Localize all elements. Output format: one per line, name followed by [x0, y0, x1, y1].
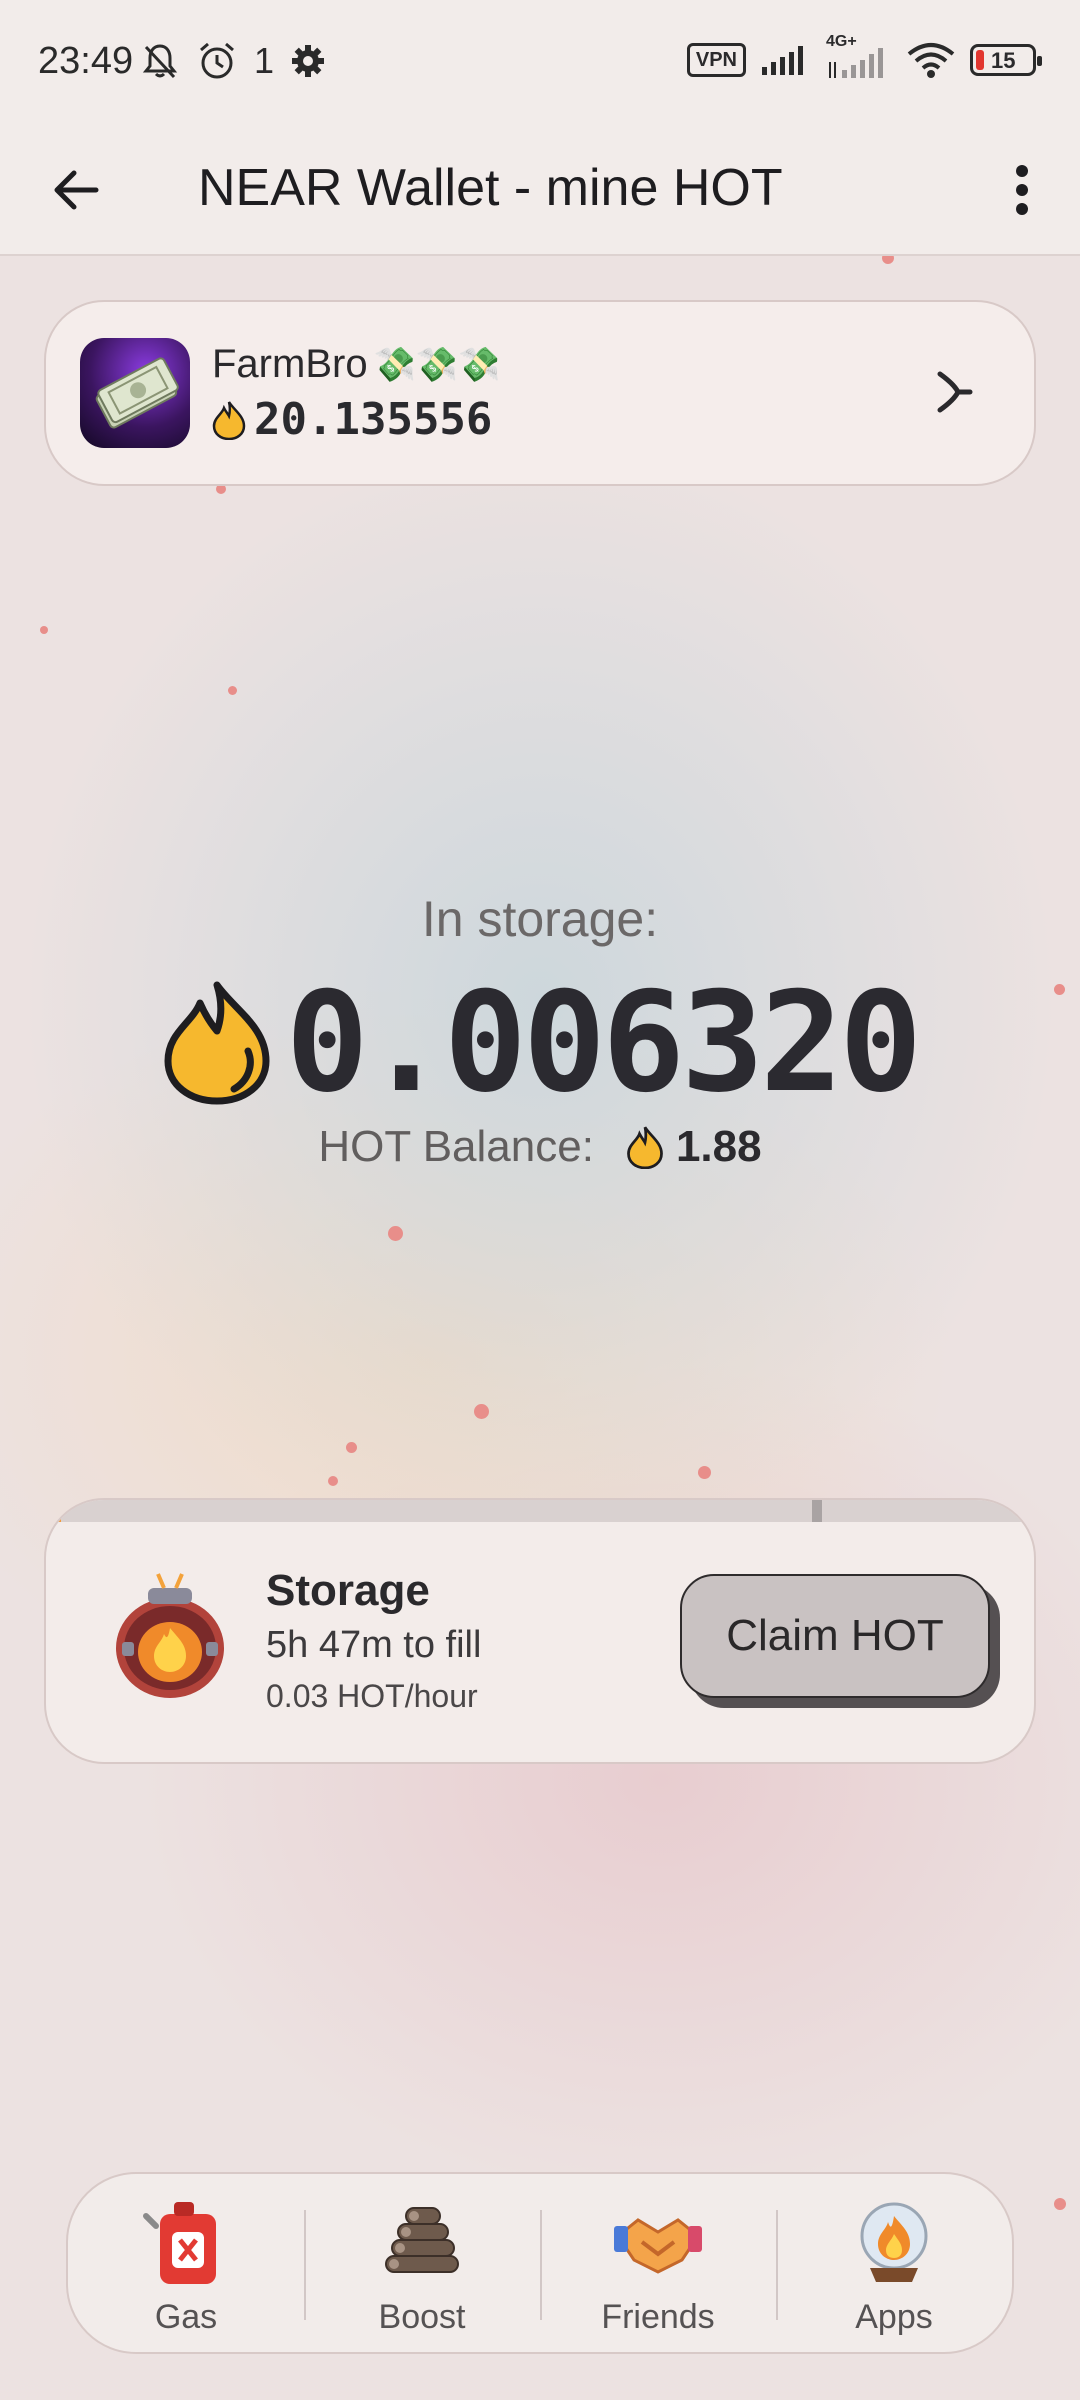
battery-level: 15	[991, 48, 1016, 73]
nav-item-gas[interactable]: Gas	[68, 2174, 304, 2352]
app-title: NEAR Wallet - mine HOT	[198, 159, 783, 217]
nav-item-friends[interactable]: Friends	[540, 2174, 776, 2352]
storage-label: In storage:	[421, 891, 659, 947]
more-vert-icon	[1016, 165, 1028, 215]
money-stack-icon	[95, 357, 179, 429]
profile-card[interactable]: FarmBro 💸💸💸 20.135556	[44, 300, 1036, 486]
mute-bell-icon	[142, 44, 178, 79]
flame-icon	[627, 1126, 663, 1169]
hot-balance-label: HOT Balance:	[318, 1122, 594, 1171]
crystal-ball-icon	[860, 2202, 928, 2282]
arrow-left-icon	[54, 170, 99, 210]
bottom-nav: Gas Boost Friends Apps	[66, 2172, 1014, 2354]
nav-item-apps[interactable]: Apps	[776, 2174, 1012, 2352]
storage-time-to-fill: 5h 47m to fill	[266, 1624, 482, 1666]
battery-fill	[976, 50, 984, 70]
flame-icon	[212, 400, 246, 440]
storage-card: Storage 5h 47m to fill 0.03 HOT/hour Cla…	[44, 1498, 1036, 1764]
profile-balance: 20.135556	[254, 394, 493, 445]
profile-name-emojis: 💸💸💸	[373, 345, 501, 384]
claim-hot-button[interactable]: Claim HOT	[680, 1574, 990, 1698]
decor-dot	[346, 1442, 357, 1453]
decor-dot	[388, 1226, 403, 1241]
profile-name-row: FarmBro 💸💸💸	[212, 342, 501, 387]
alarm-icon	[200, 42, 234, 79]
decor-dot	[474, 1404, 489, 1419]
decor-dot	[1054, 2198, 1066, 2210]
more-options-button[interactable]	[986, 154, 1058, 226]
logs-boost-icon	[385, 2207, 459, 2273]
hot-balance-row: HOT Balance: 1.88	[0, 1122, 1080, 1172]
battery-tip	[1037, 56, 1042, 66]
hot-balance-value: 1.88	[675, 1122, 762, 1171]
wifi-icon	[907, 43, 955, 78]
storage-amount-row: 0.006320	[0, 962, 1080, 1123]
decor-dot	[698, 1466, 711, 1479]
storage-progress-fill	[46, 1500, 61, 1522]
nav-item-boost[interactable]: Boost	[304, 2174, 540, 2352]
vpn-badge: VPN	[686, 43, 746, 77]
storage-pot-icon	[116, 1573, 224, 1698]
settings-gear-icon	[292, 45, 325, 77]
storage-rate: 0.03 HOT/hour	[266, 1678, 478, 1714]
nav-label-apps: Apps	[855, 2298, 933, 2336]
flame-icon	[164, 981, 270, 1104]
app-bar: NEAR Wallet - mine HOT	[0, 128, 1080, 256]
signal-icon	[829, 48, 883, 78]
gas-can-icon	[143, 2202, 216, 2284]
decor-dot	[328, 1476, 338, 1486]
profile-name: FarmBro	[212, 342, 368, 386]
decor-dot	[228, 686, 237, 695]
storage-progress-bar	[46, 1500, 1034, 1522]
signal-icon	[762, 46, 803, 75]
nav-label-gas: Gas	[154, 2298, 218, 2336]
status-time: 23:49	[38, 40, 134, 82]
chevron-right-icon	[937, 371, 973, 413]
storage-progress-marker	[812, 1500, 822, 1522]
status-left-icons: 1	[140, 40, 326, 82]
storage-value: 0.006320	[285, 962, 923, 1123]
avatar	[80, 338, 190, 448]
status-bar: 23:49 1 VPN 4G+ 15	[0, 0, 1080, 128]
notification-count: 1	[254, 40, 275, 81]
profile-balance-row: 20.135556	[212, 394, 492, 445]
battery-icon: 15	[970, 44, 1042, 76]
nav-label-boost: Boost	[378, 2298, 466, 2336]
nav-label-friends: Friends	[601, 2298, 715, 2336]
mobile-data-indicator: 4G+	[826, 34, 892, 80]
handshake-icon	[614, 2218, 702, 2274]
back-button[interactable]	[40, 154, 112, 226]
status-right-icons: VPN 4G+ 15	[686, 34, 1042, 80]
decor-dot	[40, 626, 48, 634]
storage-title: Storage	[266, 1566, 430, 1615]
